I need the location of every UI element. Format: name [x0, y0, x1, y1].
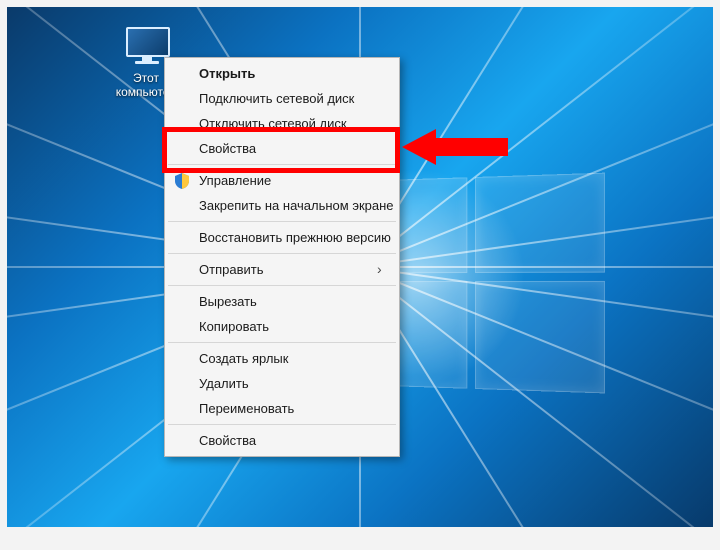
computer-icon: [123, 27, 169, 67]
context-menu: Открыть Подключить сетевой диск Отключит…: [164, 57, 400, 457]
menu-item-pin-start[interactable]: Закрепить на начальном экране: [167, 193, 397, 218]
menu-item-copy[interactable]: Копировать: [167, 314, 397, 339]
menu-item-unmap-drive[interactable]: Отключить сетевой диск: [167, 111, 397, 136]
menu-separator: [168, 253, 396, 254]
annotation-arrow: [402, 129, 522, 169]
chevron-right-icon: ›: [377, 264, 387, 274]
menu-item-create-shortcut[interactable]: Создать ярлык: [167, 346, 397, 371]
menu-separator: [168, 221, 396, 222]
windows-desktop[interactable]: Этот компьютер Открыть Подключить сетево…: [7, 7, 713, 527]
shield-icon: [175, 172, 189, 188]
menu-item-rename[interactable]: Переименовать: [167, 396, 397, 421]
menu-item-properties-2[interactable]: Свойства: [167, 428, 397, 453]
menu-item-restore-previous[interactable]: Восстановить прежнюю версию: [167, 225, 397, 250]
menu-separator: [168, 164, 396, 165]
menu-item-cut[interactable]: Вырезать: [167, 289, 397, 314]
menu-separator: [168, 424, 396, 425]
menu-item-send-to[interactable]: Отправить ›: [167, 257, 397, 282]
menu-separator: [168, 342, 396, 343]
menu-item-properties-1[interactable]: Свойства: [167, 136, 397, 161]
menu-separator: [168, 285, 396, 286]
menu-item-open[interactable]: Открыть: [167, 61, 397, 86]
menu-item-delete[interactable]: Удалить: [167, 371, 397, 396]
menu-item-map-drive[interactable]: Подключить сетевой диск: [167, 86, 397, 111]
menu-item-manage[interactable]: Управление: [167, 168, 397, 193]
